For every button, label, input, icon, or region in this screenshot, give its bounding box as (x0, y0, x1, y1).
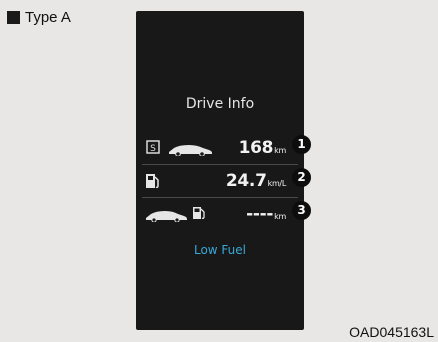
fuel-pump-icon (193, 207, 205, 219)
segment-s-icon: S (146, 140, 160, 154)
car-icon (169, 145, 212, 156)
fuel-economy-row: 24.7km/L (136, 170, 304, 192)
cluster-display: Drive Info S 168km 24.7km/L ----km Low F… (136, 11, 304, 330)
car-icon (146, 211, 187, 222)
distance-to-empty-value: ----km (246, 204, 286, 224)
section-label: Type A (7, 9, 71, 26)
fuel-pump-icon (146, 174, 159, 189)
row-divider (142, 164, 298, 165)
row-divider (142, 197, 298, 198)
low-fuel-warning: Low Fuel (193, 243, 246, 257)
callout-marker-1: 1 (292, 135, 311, 154)
fuel-economy-value: 24.7km/L (225, 171, 286, 191)
display-title: Drive Info (185, 96, 255, 112)
callout-marker-2: 2 (292, 168, 311, 187)
distance-to-empty-row: ----km (136, 203, 304, 225)
svg-text:S: S (150, 144, 156, 154)
distance-value: 168km (238, 138, 287, 158)
section-label-text: Type A (25, 9, 71, 26)
image-code: OAD045163L (349, 324, 434, 340)
callout-marker-3: 3 (292, 201, 311, 220)
black-square-icon (7, 11, 20, 24)
drive-distance-row: S 168km (136, 137, 304, 159)
